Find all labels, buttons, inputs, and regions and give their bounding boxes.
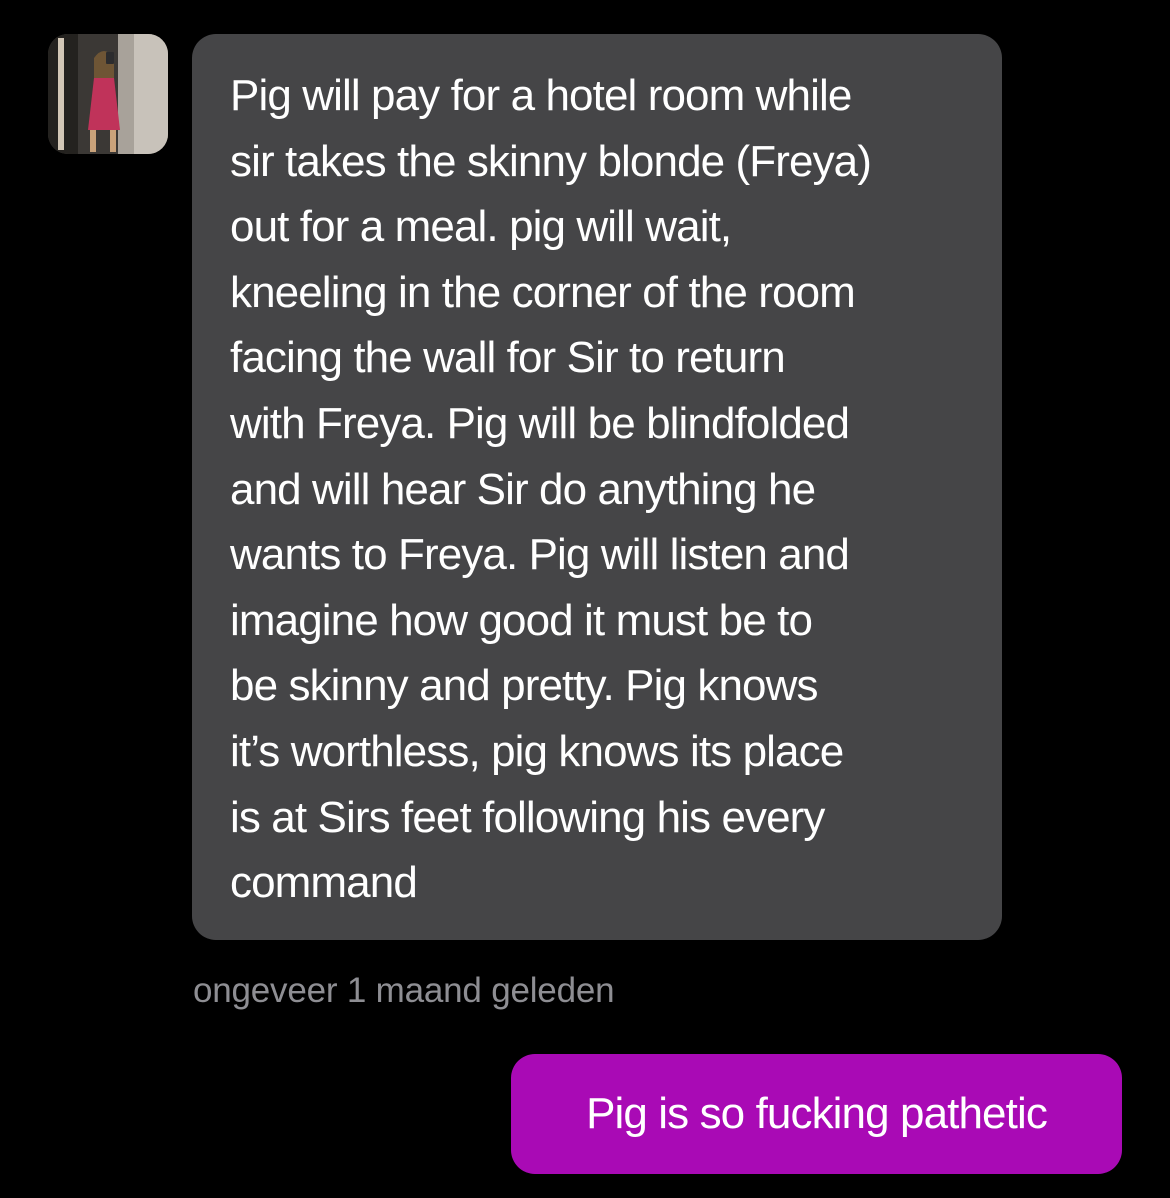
outgoing-message-bubble[interactable]: Pig is so fucking pathetic xyxy=(511,1054,1122,1174)
incoming-message-bubble[interactable]: Pig will pay for a hotel room while sir … xyxy=(192,34,1002,940)
message-timestamp: ongeveer 1 maand geleden xyxy=(193,971,615,1010)
outgoing-message-text: Pig is so fucking pathetic xyxy=(586,1089,1048,1138)
incoming-message-text: Pig will pay for a hotel room while sir … xyxy=(230,71,872,908)
sender-avatar[interactable] xyxy=(48,34,168,154)
profile-photo-icon xyxy=(48,34,168,154)
